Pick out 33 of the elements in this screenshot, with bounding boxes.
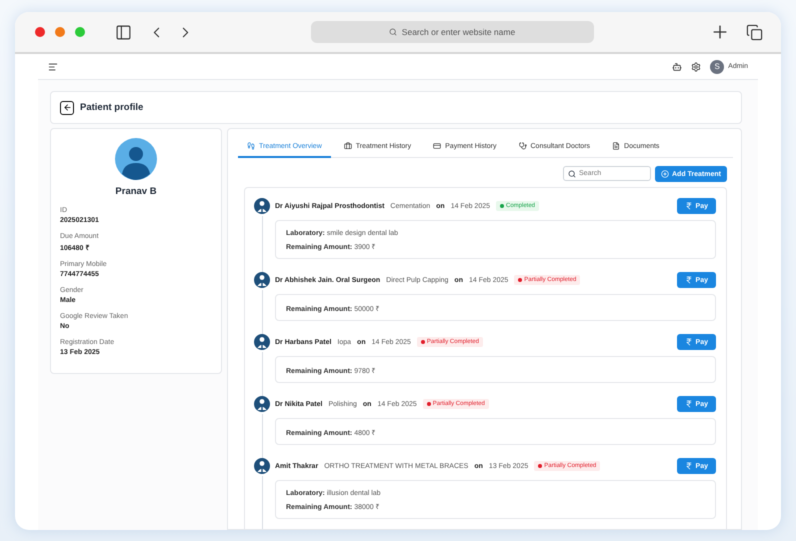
doctor-avatar-icon [254, 396, 270, 412]
credit-card-icon [433, 142, 442, 150]
plus-circle-icon [660, 170, 669, 178]
menu-icon[interactable] [48, 62, 58, 72]
stethoscope-icon [518, 142, 526, 150]
robot-icon[interactable] [672, 62, 682, 72]
doctor-avatar-icon [254, 272, 270, 288]
back-button[interactable] [60, 100, 74, 114]
rupee-icon [684, 276, 693, 284]
doctor-avatar-icon [254, 458, 270, 474]
maximize-dot[interactable] [75, 27, 85, 37]
close-dot[interactable] [35, 27, 45, 37]
search-icon [568, 170, 576, 178]
address-bar[interactable]: Search or enter website name [310, 21, 594, 43]
settings-icon[interactable] [691, 62, 702, 72]
doctor-avatar-icon [254, 334, 270, 350]
arrow-left-icon [62, 103, 72, 112]
rupee-icon [684, 400, 693, 408]
rupee-icon [684, 202, 693, 210]
person-silhouette-icon [115, 138, 157, 180]
patient-name: Pranav B [114, 186, 158, 197]
rupee-icon [684, 462, 693, 470]
doctor-avatar-icon [254, 198, 270, 214]
document-icon [612, 142, 620, 150]
tabs-icon[interactable] [746, 24, 763, 40]
footprints-icon [247, 142, 255, 150]
rupee-icon [684, 338, 693, 346]
sidebar-icon[interactable] [115, 24, 132, 40]
search-icon [388, 28, 397, 36]
page-title: Patient profile [80, 102, 144, 113]
user-avatar[interactable]: S [710, 60, 724, 74]
minimize-dot[interactable] [55, 27, 65, 37]
briefcase-icon [344, 142, 352, 150]
